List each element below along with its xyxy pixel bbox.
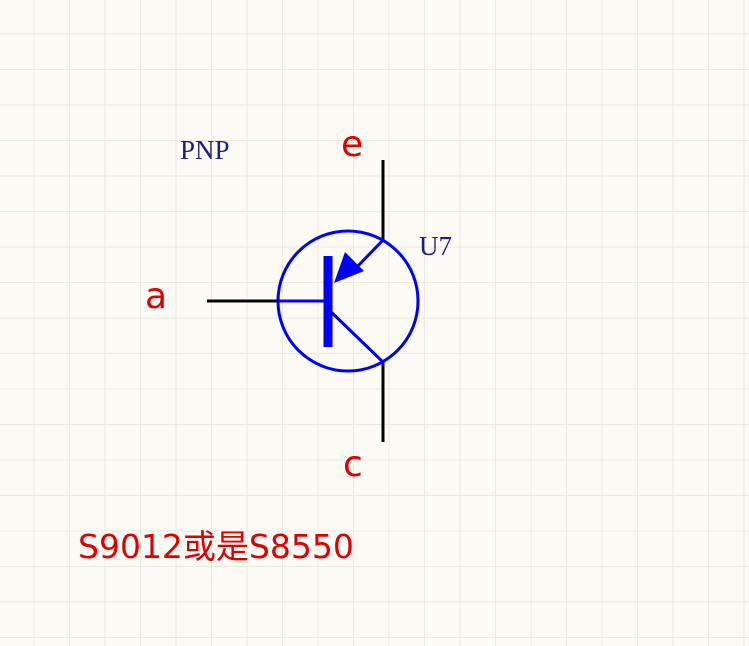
part-number-note: S9012或是S8550 bbox=[78, 527, 354, 566]
component-designator: U7 bbox=[419, 231, 452, 261]
collector-pin-label: c bbox=[343, 444, 363, 485]
emitter-arrow bbox=[334, 252, 364, 283]
base-pin-label: a bbox=[145, 276, 168, 317]
emitter-pin-label: e bbox=[341, 124, 364, 165]
emitter-lead bbox=[354, 238, 385, 270]
component-type-label: PNP bbox=[180, 135, 230, 165]
collector-lead bbox=[326, 307, 385, 364]
